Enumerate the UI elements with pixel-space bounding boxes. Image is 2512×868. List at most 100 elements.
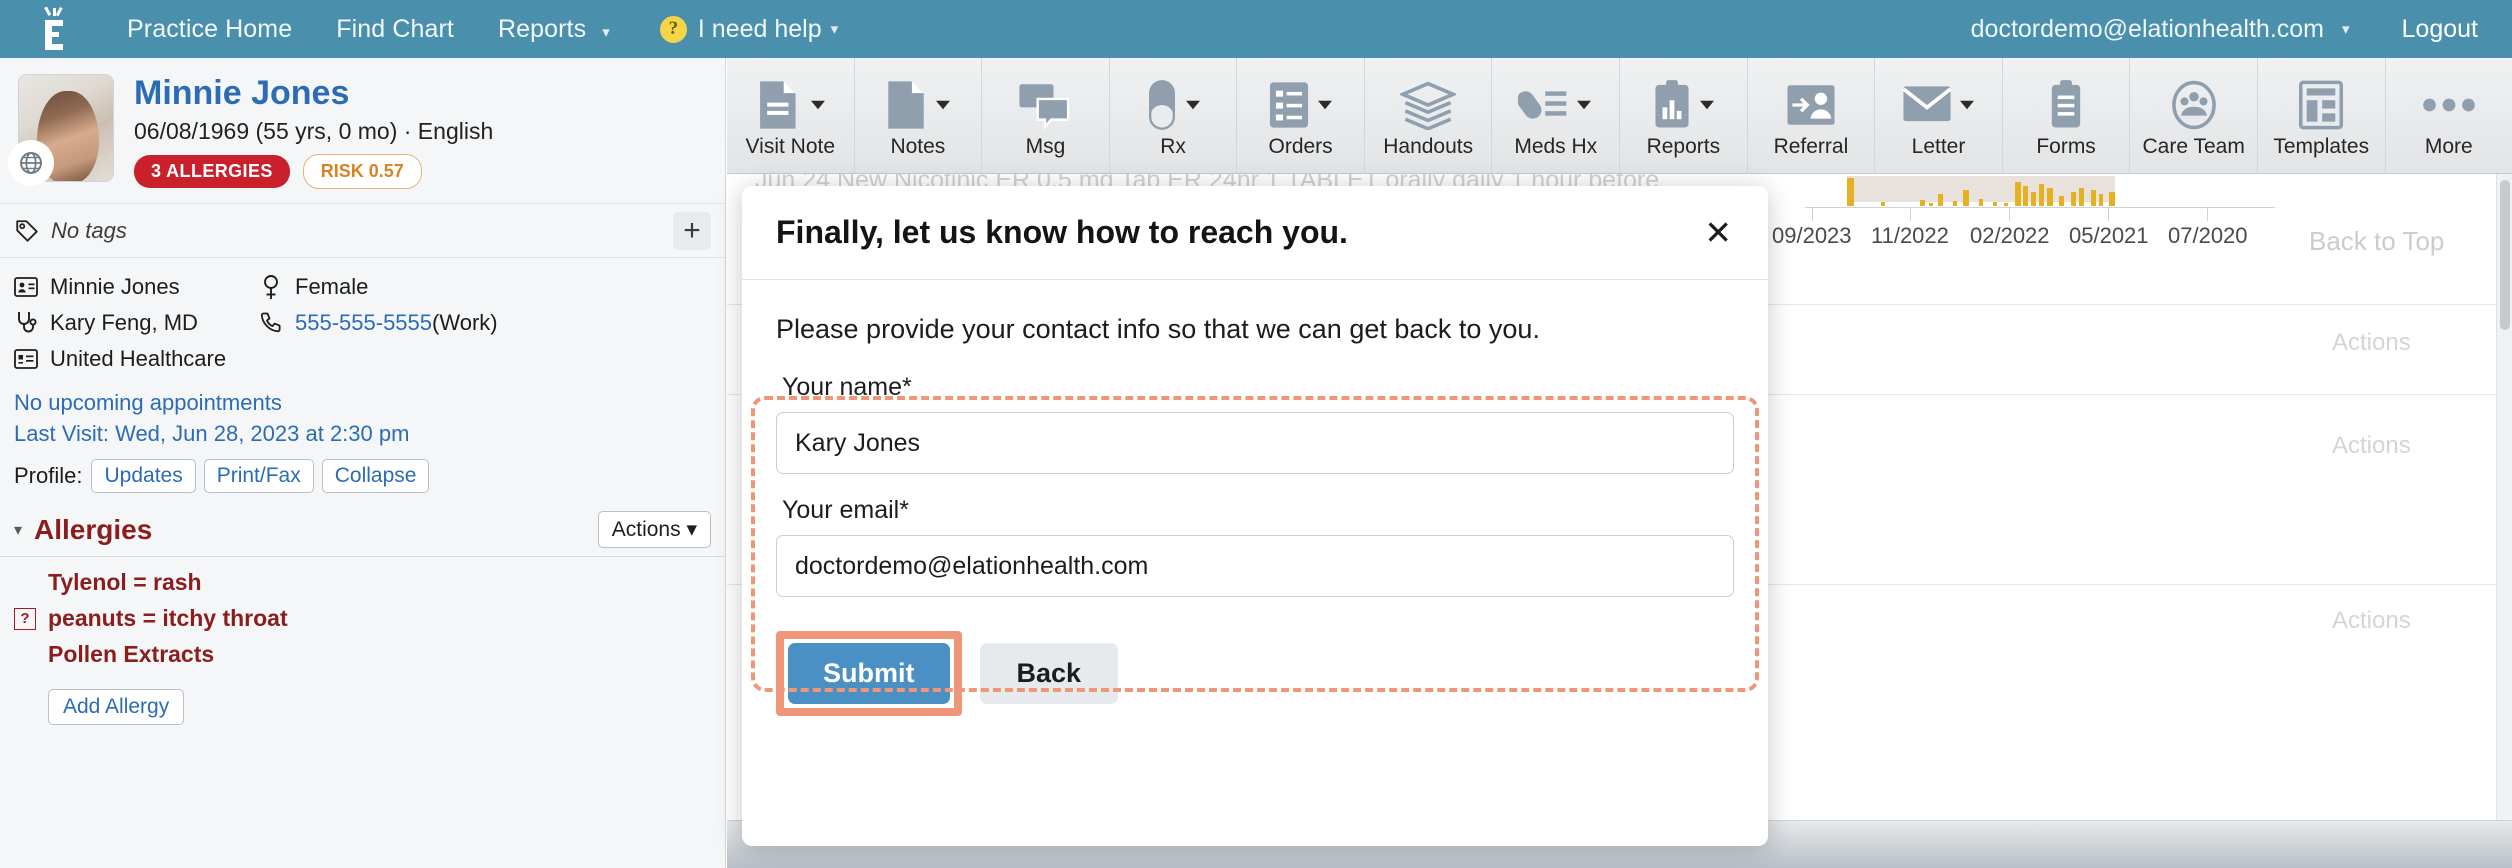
nav-item-find-chart[interactable]: Find Chart [314,15,476,44]
chevron-down-icon [936,100,951,109]
profile-updates-button[interactable]: Updates [91,459,196,494]
back-to-top-link[interactable]: Back to Top [2309,226,2444,257]
info-value: Kary Feng, MD [50,310,198,336]
toolbar-item-handouts[interactable]: Handouts [1365,58,1493,173]
email-input[interactable] [776,535,1734,597]
chart-bar [1963,190,1969,206]
medication-timeline-chart: 09/2023 11/2022 02/2022 05/2021 07/2020 [1772,174,2275,294]
chart-bar [1993,202,1997,206]
toolbar-label: Templates [2273,134,2370,158]
envelope-icon [1901,77,1976,133]
toolbar-item-more[interactable]: More [2386,58,2512,173]
allergies-section-title[interactable]: Allergies [34,514,152,546]
info-phone-suffix: (Work) [432,310,498,336]
actions-label: Actions [611,518,681,542]
topnav-right-group: doctordemo@elationhealth.com ▾ Logout [1971,15,2512,44]
toolbar-item-meds-hx[interactable]: Meds Hx [1492,58,1621,173]
allergy-text: Tylenol = rash [48,569,202,596]
user-email-menu[interactable]: doctordemo@elationhealth.com [1971,15,2324,44]
top-navigation-bar: Practice Home Find Chart Reports ▾ ? I n… [0,0,2512,58]
logout-link[interactable]: Logout [2402,15,2478,44]
chart-bar [1938,194,1943,206]
chart-tick-label: 11/2022 [1871,223,1949,248]
row-actions-label[interactable]: Actions [2332,607,2411,635]
list-item[interactable]: Tylenol = rash [14,569,711,596]
add-tag-button[interactable]: + [673,211,711,250]
list-item[interactable]: ? peanuts = itchy throat [14,605,711,632]
app-root: Practice Home Find Chart Reports ▾ ? I n… [0,0,2512,868]
elation-logo[interactable] [0,6,105,52]
info-phone-link[interactable]: 555-555-5555 [295,310,432,336]
modal-subtitle: Please provide your contact info so that… [776,314,1540,344]
nav-item-reports[interactable]: Reports ▾ [476,15,632,44]
profile-actions-row: Profile: Updates Print/Fax Collapse [0,459,725,494]
submit-button[interactable]: Submit [788,643,950,704]
last-visit-line[interactable]: Last Visit: Wed, Jun 28, 2023 at 2:30 pm [14,421,711,447]
patient-badges: 3 ALLERGIES RISK 0.57 [134,154,493,190]
chart-bar [2099,194,2103,206]
close-icon[interactable]: ✕ [1704,216,1732,249]
info-value: United Healthcare [50,346,227,372]
toolbar-item-reports[interactable]: Reports [1620,58,1748,173]
language-globe-badge[interactable] [10,142,52,184]
chevron-down-icon[interactable]: ▾ [2342,20,2350,38]
scrollbar[interactable] [2496,174,2512,868]
toolbar-item-msg[interactable]: Msg [982,58,1110,173]
nav-item-practice-home[interactable]: Practice Home [105,15,314,44]
no-upcoming-appointments[interactable]: No upcoming appointments [14,390,711,416]
name-input[interactable] [776,412,1734,474]
modal-button-row: Submit Back [776,631,1734,716]
person-arrow-icon [1785,77,1837,133]
toolbar-item-letter[interactable]: Letter [1875,58,2003,173]
toolbar-item-templates[interactable]: Templates [2258,58,2386,173]
toolbar-item-notes[interactable]: Notes [855,58,983,173]
allergies-actions-button[interactable]: Actions ▾ [597,511,711,549]
avatar[interactable] [10,74,114,184]
nav-item-help[interactable]: ? I need help ▾ [632,15,838,44]
add-allergy-button[interactable]: Add Allergy [48,689,185,726]
row-actions-label[interactable]: Actions [2332,432,2411,460]
chevron-down-icon[interactable]: ▾ [14,520,22,540]
chevron-down-icon [1699,100,1714,109]
info-phone: 555-555-5555 (Work) [259,310,504,336]
chevron-down-icon [1959,100,1974,109]
toolbar-item-referral[interactable]: Referral [1748,58,1876,173]
info-provider: Kary Feng, MD [14,310,259,336]
checklist-icon [1267,77,1334,133]
row-actions-label[interactable]: Actions [2332,329,2411,357]
chart-bar [1881,202,1885,206]
id-card-icon [14,277,38,297]
toolbar-label: Handouts [1383,134,1474,158]
patient-sidebar: Minnie Jones 06/08/1969 (55 yrs, 0 mo) ·… [0,58,726,868]
chart-bar [2047,188,2053,206]
chevron-down-icon [1318,100,1333,109]
toolbar-item-care-team[interactable]: Care Team [2130,58,2258,173]
patient-info-grid: Minnie Jones Female Kary Feng, MD 555-55… [0,258,725,372]
page-title[interactable]: Minnie Jones [134,74,493,112]
profile-collapse-button[interactable]: Collapse [321,459,430,494]
tag-icon [16,219,38,242]
chart-toolbar: Visit Note Notes Msg Rx Orders Handouts … [727,58,2512,174]
chart-bar [1953,201,1957,206]
field-label-email: Your email* [782,496,909,524]
modal-body: Please provide your contact info so that… [742,280,1768,716]
profile-printfax-button[interactable]: Print/Fax [203,459,314,494]
scrollbar-thumb[interactable] [2500,180,2510,330]
question-flag-icon: ? [14,607,36,630]
chevron-down-icon: ▾ [602,23,610,41]
status-badge-allergies[interactable]: 3 ALLERGIES [134,155,290,189]
toolbar-item-forms[interactable]: Forms [2003,58,2131,173]
primary-nav-links: Practice Home Find Chart Reports ▾ ? I n… [105,15,838,44]
toolbar-item-orders[interactable]: Orders [1237,58,1365,173]
chart-tick-label: 05/2021 [2069,223,2149,248]
toolbar-label: Msg [1025,134,1066,158]
list-item[interactable]: Pollen Extracts [14,641,711,668]
info-value: Female [295,274,369,300]
status-badge-risk[interactable]: RISK 0.57 [302,154,422,190]
chart-tick [2009,207,2010,221]
toolbar-item-visit-note[interactable]: Visit Note [727,58,855,173]
toolbar-label: Forms [2036,134,2096,158]
back-button[interactable]: Back [979,643,1119,704]
toolbar-item-rx[interactable]: Rx [1110,58,1238,173]
insurance-card-icon [14,349,38,369]
